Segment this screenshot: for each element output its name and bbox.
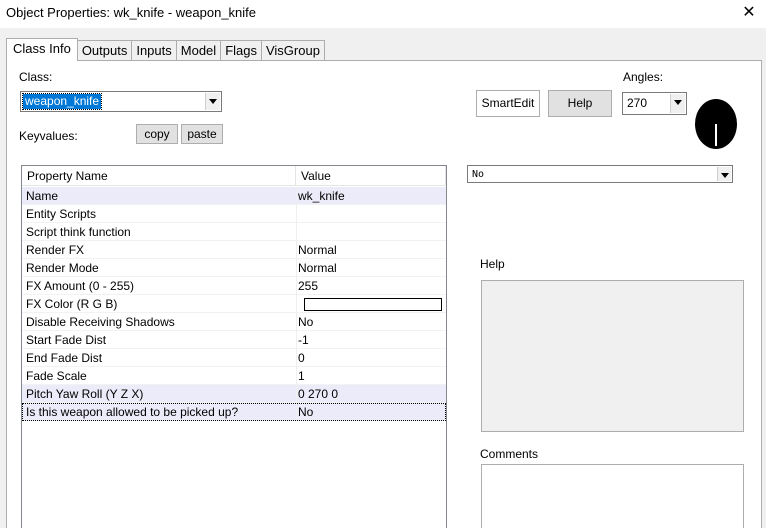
column-divider (296, 367, 297, 385)
keyvalues-label: Keyvalues: (19, 129, 78, 143)
column-header-property-name[interactable]: Property Name (22, 166, 296, 186)
tab-outputs[interactable]: Outputs (76, 40, 133, 61)
angles-dropdown[interactable]: 270 (622, 92, 687, 115)
property-value: 255 (298, 279, 319, 293)
tab-model[interactable]: Model (175, 40, 222, 61)
window-title: Object Properties: wk_knife - weapon_kni… (6, 5, 257, 20)
class-label: Class: (19, 70, 53, 84)
column-header-value[interactable]: Value (296, 166, 446, 186)
property-name: Fade Scale (26, 369, 87, 383)
column-divider (296, 349, 297, 367)
help-text-area (481, 280, 744, 432)
table-row[interactable]: Start Fade Dist -1 (22, 331, 446, 349)
tab-class-info[interactable]: Class Info (6, 38, 78, 61)
copy-button[interactable]: copy (136, 124, 178, 144)
property-name: Script think function (26, 225, 131, 239)
comments-label: Comments (480, 447, 539, 461)
value-dropdown[interactable]: No (467, 165, 733, 183)
help-label: Help (480, 257, 505, 271)
column-divider (296, 277, 297, 295)
property-name: FX Color (R G B) (26, 297, 118, 311)
table-row[interactable]: Render FX Normal (22, 241, 446, 259)
property-value: Normal (298, 261, 337, 275)
angles-value: 270 (627, 96, 648, 110)
property-name: Disable Receiving Shadows (26, 315, 175, 329)
column-divider (296, 259, 297, 277)
property-value: 1 (298, 369, 305, 383)
property-name: FX Amount (0 - 255) (26, 279, 135, 293)
class-dropdown[interactable]: weapon_knife (20, 91, 222, 112)
tab-visgroup[interactable]: VisGroup (260, 40, 325, 61)
property-name: Entity Scripts (26, 207, 97, 221)
table-row[interactable]: Disable Receiving Shadows No (22, 313, 446, 331)
chevron-down-icon[interactable] (670, 94, 685, 113)
property-value: Normal (298, 243, 337, 257)
keyvalues-grid: Property Name Value Name wk_knife Entity … (21, 165, 447, 528)
table-row[interactable]: Pitch Yaw Roll (Y Z X) 0 270 0 (22, 385, 446, 403)
chevron-down-icon[interactable] (717, 167, 731, 181)
angle-needle (715, 124, 717, 146)
column-divider (296, 241, 297, 259)
tab-strip: Class Info Outputs Inputs Model Flags Vi… (6, 38, 325, 61)
angles-label: Angles: (623, 70, 664, 84)
property-name: Pitch Yaw Roll (Y Z X) (26, 387, 144, 401)
property-name: Name (26, 189, 59, 203)
column-divider (296, 223, 297, 241)
property-name: Render Mode (26, 261, 99, 275)
value-dropdown-value: No (472, 169, 485, 180)
property-value: 0 (298, 351, 305, 365)
column-divider (296, 313, 297, 331)
property-value: wk_knife (298, 189, 345, 203)
chevron-down-icon[interactable] (205, 93, 220, 110)
title-bar: Object Properties: wk_knife - weapon_kni… (0, 0, 766, 28)
dialog-client: Class Info Outputs Inputs Model Flags Vi… (0, 28, 766, 528)
class-info-page: Class: weapon_knife Keyvalues: copy past… (6, 60, 762, 528)
column-divider (296, 385, 297, 403)
column-divider (296, 187, 297, 205)
property-value: 0 270 0 (298, 387, 339, 401)
column-divider (296, 205, 297, 223)
table-row[interactable]: Render Mode Normal (22, 259, 446, 277)
table-row-selected[interactable]: Is this weapon allowed to be picked up? N… (22, 403, 446, 421)
table-row[interactable]: Name wk_knife (22, 187, 446, 205)
table-row[interactable]: FX Amount (0 - 255) 255 (22, 277, 446, 295)
column-divider (296, 295, 297, 313)
property-name: Is this weapon allowed to be picked up? (26, 405, 239, 419)
column-divider (296, 403, 297, 421)
table-row[interactable]: Entity Scripts (22, 205, 446, 223)
tab-flags[interactable]: Flags (220, 40, 262, 61)
table-row[interactable]: Script think function (22, 223, 446, 241)
paste-button[interactable]: paste (181, 124, 223, 144)
comments-textarea[interactable] (481, 464, 744, 528)
table-row[interactable]: End Fade Dist 0 (22, 349, 446, 367)
angle-dial[interactable] (695, 99, 737, 149)
color-swatch[interactable] (304, 298, 442, 312)
property-name: Render FX (26, 243, 85, 257)
property-name: End Fade Dist (26, 351, 103, 365)
table-row[interactable]: Fade Scale 1 (22, 367, 446, 385)
column-divider (296, 331, 297, 349)
property-value: -1 (298, 333, 309, 347)
table-row[interactable]: FX Color (R G B) (22, 295, 446, 313)
class-value: weapon_knife (21, 93, 103, 110)
help-button[interactable]: Help (548, 90, 612, 117)
close-icon[interactable]: ✕ (740, 3, 758, 23)
property-value (298, 295, 446, 313)
property-name: Start Fade Dist (26, 333, 107, 347)
property-value: No (298, 315, 314, 329)
property-value: No (298, 405, 314, 419)
smartedit-button[interactable]: SmartEdit (476, 90, 540, 117)
grid-rows: Name wk_knife Entity Scripts Script think… (22, 187, 446, 421)
grid-header: Property Name Value (22, 166, 446, 186)
tab-inputs[interactable]: Inputs (131, 40, 177, 61)
